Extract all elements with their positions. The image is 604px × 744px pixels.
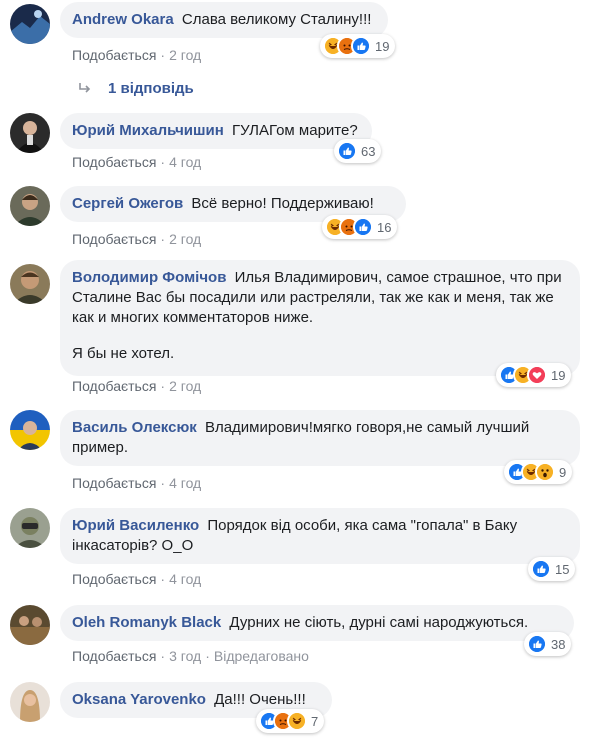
timestamp[interactable]: 3 год: [169, 648, 201, 664]
separator: ·: [160, 475, 166, 491]
reactions-summary[interactable]: 7: [256, 709, 325, 733]
separator: ·: [205, 648, 210, 664]
separator: ·: [160, 571, 166, 587]
reaction-count: 7: [311, 713, 319, 729]
comment-bubble: Юрий Михальчишин ГУЛАГом марите?: [60, 113, 372, 149]
avatar[interactable]: [10, 410, 50, 450]
separator: ·: [160, 378, 166, 394]
reaction-count: 63: [361, 143, 376, 159]
comment-bubble: Володимир Фомічов Илья Владимирович, сам…: [60, 260, 580, 376]
timestamp[interactable]: 2 год: [169, 47, 201, 63]
reaction-count: 19: [375, 38, 390, 54]
comment-author[interactable]: Юрий Василенко: [72, 517, 199, 534]
comment-actions: Подобається · 2 год: [72, 377, 201, 395]
like-link[interactable]: Подобається: [72, 231, 156, 247]
like-reaction-icon: [337, 141, 357, 161]
comment-author[interactable]: Oleh Romanyk Black: [72, 614, 221, 631]
like-link[interactable]: Подобається: [72, 475, 156, 491]
comment-author[interactable]: Василь Олексюк: [72, 419, 197, 436]
like-link[interactable]: Подобається: [72, 648, 156, 664]
reply-arrow-icon: [78, 81, 94, 97]
like-reaction-icon: [531, 559, 551, 579]
reactions-summary[interactable]: 19: [496, 363, 572, 387]
reactions-summary[interactable]: 19: [320, 34, 396, 58]
separator: ·: [160, 648, 166, 664]
reaction-count: 9: [559, 464, 567, 480]
avatar[interactable]: [10, 605, 50, 645]
comment-actions: Подобається · 3 год · Відредаговано: [72, 647, 309, 665]
reactions-summary[interactable]: 9: [504, 460, 573, 484]
comment-author[interactable]: Oksana Yarovenko: [72, 691, 206, 708]
comment-author[interactable]: Володимир Фомічов: [72, 269, 226, 286]
like-reaction-icon: [527, 634, 547, 654]
separator: ·: [160, 47, 166, 63]
view-replies-link[interactable]: 1 відповідь: [78, 80, 194, 97]
reaction-count: 38: [551, 636, 566, 652]
reactions-summary[interactable]: 16: [322, 215, 398, 239]
reaction-count: 15: [555, 561, 570, 577]
like-link[interactable]: Подобається: [72, 47, 156, 63]
comment-actions: Подобається · 4 год: [72, 153, 201, 171]
comment-actions: Подобається · 2 год: [72, 230, 201, 248]
timestamp[interactable]: 2 год: [169, 231, 201, 247]
like-reaction-icon: [351, 36, 371, 56]
avatar[interactable]: [10, 113, 50, 153]
timestamp[interactable]: 4 год: [169, 154, 201, 170]
comment-actions: Подобається · 4 год: [72, 570, 201, 588]
timestamp[interactable]: 4 год: [169, 475, 201, 491]
like-link[interactable]: Подобається: [72, 571, 156, 587]
avatar[interactable]: [10, 682, 50, 722]
edited-label[interactable]: Відредаговано: [214, 648, 309, 664]
comment-actions: Подобається · 2 год: [72, 46, 201, 64]
avatar[interactable]: [10, 4, 50, 44]
reactions-summary[interactable]: 15: [528, 557, 576, 581]
comment-author[interactable]: Сергей Ожегов: [72, 195, 183, 212]
comment-text: Дурних не сіють, дурні самі народжуються…: [229, 614, 529, 631]
wow-reaction-icon: [535, 462, 555, 482]
comment-text: Слава великому Сталину!!!: [181, 11, 372, 28]
reaction-count: 16: [377, 219, 392, 235]
avatar[interactable]: [10, 186, 50, 226]
separator: ·: [160, 154, 166, 170]
comment-bubble: Andrew Okara Слава великому Сталину!!!: [60, 2, 388, 38]
comment-bubble: Юрий Василенко Порядок від особи, яка са…: [60, 508, 580, 564]
replies-count-label: 1 відповідь: [108, 80, 194, 97]
avatar[interactable]: [10, 264, 50, 304]
comment-bubble: Василь Олексюк Владимирович!мягко говоря…: [60, 410, 580, 466]
timestamp[interactable]: 2 год: [169, 378, 201, 394]
comment-author[interactable]: Юрий Михальчишин: [72, 122, 224, 139]
haha-reaction-icon: [287, 711, 307, 731]
comment-author[interactable]: Andrew Okara: [72, 11, 174, 28]
like-link[interactable]: Подобається: [72, 154, 156, 170]
reactions-summary[interactable]: 63: [334, 139, 382, 163]
like-link[interactable]: Подобається: [72, 378, 156, 394]
comment-text: Всё верно! Поддерживаю!: [191, 195, 374, 212]
like-reaction-icon: [353, 217, 373, 237]
separator: ·: [160, 231, 166, 247]
reactions-summary[interactable]: 38: [524, 632, 572, 656]
comment-text: ГУЛАГом марите?: [231, 122, 358, 139]
comment-text-continued: Я бы не хотел.: [72, 345, 175, 362]
comment-actions: Подобається · 4 год: [72, 474, 201, 492]
avatar[interactable]: [10, 508, 50, 548]
comment-text: Да!!! Очень!!!: [214, 691, 306, 708]
reaction-count: 19: [551, 367, 566, 383]
love-reaction-icon: [527, 365, 547, 385]
timestamp[interactable]: 4 год: [169, 571, 201, 587]
comment-bubble: Oleh Romanyk Black Дурних не сіють, дурн…: [60, 605, 574, 641]
